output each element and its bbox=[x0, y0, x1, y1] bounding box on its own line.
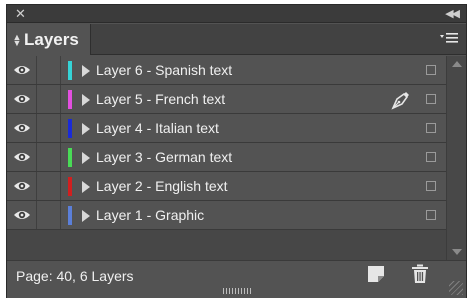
panel-resize-grip[interactable] bbox=[223, 288, 253, 294]
visibility-toggle[interactable] bbox=[7, 172, 37, 200]
layer-select-checkbox[interactable] bbox=[426, 65, 436, 75]
lock-toggle[interactable] bbox=[37, 114, 61, 142]
expand-triangle-icon[interactable] bbox=[82, 94, 90, 106]
eye-icon bbox=[13, 153, 30, 161]
layer-row[interactable]: Layer 4 - Italian text bbox=[7, 114, 447, 143]
layer-name[interactable]: Layer 2 - English text bbox=[96, 178, 228, 194]
layer-name[interactable]: Layer 6 - Spanish text bbox=[96, 62, 232, 78]
layer-select-checkbox[interactable] bbox=[426, 94, 436, 104]
scroll-up-icon[interactable] bbox=[452, 61, 462, 67]
expand-triangle-icon[interactable] bbox=[82, 152, 90, 164]
lock-toggle[interactable] bbox=[37, 85, 61, 113]
pen-nib-icon bbox=[391, 90, 411, 115]
eye-icon bbox=[13, 124, 30, 132]
layer-color-swatch bbox=[68, 177, 72, 196]
expand-triangle-icon[interactable] bbox=[82, 123, 90, 135]
panel-menu-icon[interactable] bbox=[440, 32, 458, 46]
layer-row[interactable]: Layer 3 - German text bbox=[7, 143, 447, 172]
layer-row[interactable]: Layer 6 - Spanish text bbox=[7, 56, 447, 85]
panel-titlebar: ✕ ◀◀ bbox=[7, 5, 466, 23]
layer-color-swatch bbox=[68, 206, 72, 225]
layer-color-swatch bbox=[68, 61, 72, 80]
layer-name[interactable]: Layer 5 - French text bbox=[96, 91, 225, 107]
close-icon[interactable]: ✕ bbox=[15, 6, 26, 22]
eye-icon bbox=[13, 95, 30, 103]
layer-name[interactable]: Layer 3 - German text bbox=[96, 149, 232, 165]
panel-options-toggle-icon[interactable]: ▲ ▼ bbox=[11, 32, 23, 47]
scrollbar[interactable] bbox=[446, 56, 466, 260]
collapse-panel-icon[interactable]: ◀◀ bbox=[445, 6, 460, 22]
resize-corner-icon[interactable] bbox=[449, 281, 463, 295]
expand-triangle-icon[interactable] bbox=[82, 181, 90, 193]
layers-list: Layer 6 - Spanish text Layer 5 - French t… bbox=[7, 56, 466, 260]
status-text: Page: 40, 6 Layers bbox=[16, 268, 134, 284]
visibility-toggle[interactable] bbox=[7, 143, 37, 171]
layer-select-checkbox[interactable] bbox=[426, 152, 436, 162]
layer-color-swatch bbox=[68, 90, 72, 109]
layer-name[interactable]: Layer 4 - Italian text bbox=[96, 120, 219, 136]
eye-icon bbox=[13, 211, 30, 219]
layer-row[interactable]: Layer 5 - French text bbox=[7, 85, 447, 114]
layer-row[interactable]: Layer 2 - English text bbox=[7, 172, 447, 201]
lock-toggle[interactable] bbox=[37, 172, 61, 200]
visibility-toggle[interactable] bbox=[7, 56, 37, 84]
lock-toggle[interactable] bbox=[37, 143, 61, 171]
scroll-down-icon[interactable] bbox=[452, 249, 462, 255]
new-layer-icon[interactable] bbox=[367, 265, 385, 288]
visibility-toggle[interactable] bbox=[7, 201, 37, 229]
layer-row[interactable]: Layer 1 - Graphic bbox=[7, 201, 447, 230]
lock-toggle[interactable] bbox=[37, 201, 61, 229]
layer-select-checkbox[interactable] bbox=[426, 181, 436, 191]
expand-triangle-icon[interactable] bbox=[82, 210, 90, 222]
layer-color-swatch bbox=[68, 119, 72, 138]
lock-toggle[interactable] bbox=[37, 56, 61, 84]
visibility-toggle[interactable] bbox=[7, 114, 37, 142]
visibility-toggle[interactable] bbox=[7, 85, 37, 113]
tab-layers[interactable]: ▲ ▼ Layers bbox=[7, 24, 91, 55]
layers-panel: ✕ ◀◀ ▲ ▼ Layers Layer 6 - Spanish text Lay… bbox=[6, 4, 467, 298]
layer-name[interactable]: Layer 1 - Graphic bbox=[96, 207, 204, 223]
eye-icon bbox=[13, 182, 30, 190]
layer-color-swatch bbox=[68, 148, 72, 167]
eye-icon bbox=[13, 66, 30, 74]
panel-tab-row: ▲ ▼ Layers bbox=[7, 24, 466, 55]
layer-select-checkbox[interactable] bbox=[426, 210, 436, 220]
expand-triangle-icon[interactable] bbox=[82, 65, 90, 77]
delete-layer-icon[interactable] bbox=[411, 264, 429, 289]
layer-select-checkbox[interactable] bbox=[426, 123, 436, 133]
panel-footer: Page: 40, 6 Layers bbox=[7, 260, 466, 298]
tab-layers-label: Layers bbox=[24, 29, 79, 49]
